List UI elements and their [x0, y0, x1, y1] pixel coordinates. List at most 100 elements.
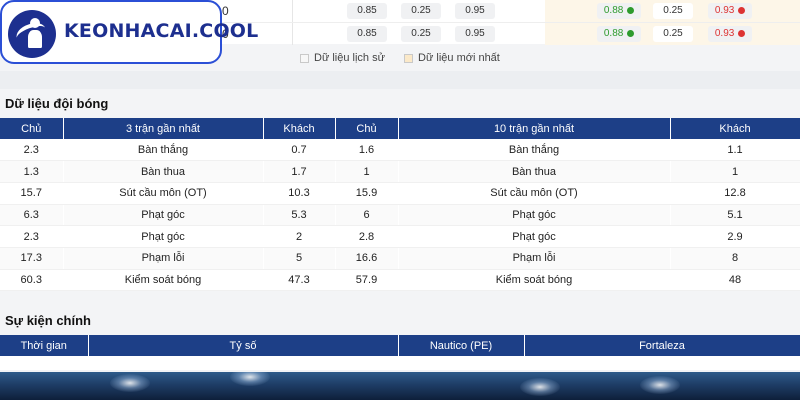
- stadium-banner-image: [0, 372, 800, 400]
- table-cell: Phạt góc: [63, 225, 264, 248]
- table-cell: 2.8: [335, 225, 399, 248]
- table-cell: Bàn thắng: [63, 139, 264, 162]
- table-header-row: Thời gian Tỷ số Nautico (PE) Fortaleza: [0, 335, 800, 356]
- legend-history[interactable]: Dữ liệu lịch sử: [300, 52, 385, 64]
- legend-latest-label: Dữ liệu mới nhất: [418, 52, 500, 64]
- table-cell: 15.9: [335, 182, 399, 205]
- floodlight-icon: [640, 376, 680, 394]
- odds-cell: 0.25: [401, 26, 441, 42]
- table-cell: 1.1: [670, 139, 800, 162]
- table-cell: 17.3: [0, 247, 64, 270]
- table-cell: 8: [670, 247, 800, 270]
- table-row: 2.3 Bàn thắng 0.7 1.6 Bàn thắng 1.1: [0, 139, 800, 162]
- table-cell: Sút cầu môn (OT): [398, 182, 671, 205]
- table-cell: 1: [335, 160, 399, 183]
- column-header[interactable]: Nautico (PE): [398, 335, 525, 356]
- floodlight-icon: [110, 374, 150, 392]
- column-header[interactable]: 3 trận gần nhất: [63, 118, 264, 139]
- table-cell: 10.3: [263, 182, 336, 205]
- soccer-player-logo-icon: [8, 10, 56, 58]
- column-header[interactable]: Chủ: [0, 118, 64, 139]
- column-header[interactable]: Thời gian: [0, 335, 89, 356]
- odds-cell: 0.25: [401, 3, 441, 19]
- legend-latest[interactable]: Dữ liệu mới nhất: [404, 52, 500, 64]
- table-cell: Bàn thắng: [398, 139, 671, 162]
- table-cell: 5.3: [263, 204, 336, 227]
- latest-swatch-icon: [404, 53, 414, 63]
- table-cell: Sút cầu môn (OT): [63, 182, 264, 205]
- table-cell: 60.3: [0, 269, 64, 292]
- table-cell: 47.3: [263, 269, 336, 292]
- odds-row-label: 0: [222, 4, 229, 18]
- odds-value: 0.93: [714, 28, 735, 39]
- table-cell: 6.3: [0, 204, 64, 227]
- section-divider: [0, 71, 800, 89]
- table-cell: 57.9: [335, 269, 399, 292]
- odds-cell: 0.95: [455, 26, 495, 42]
- table-cell: Phạt góc: [398, 225, 671, 248]
- history-swatch-icon: [300, 53, 309, 63]
- table-cell: 15.7: [0, 182, 64, 205]
- table-cell: Phạt góc: [63, 204, 264, 227]
- table-header-row: Chủ 3 trận gần nhất Khách Chủ 10 trận gầ…: [0, 118, 800, 139]
- logo-text: KEONHACAI.COOL: [64, 20, 259, 42]
- column-header[interactable]: Khách: [263, 118, 336, 139]
- table-cell: 2.3: [0, 139, 64, 162]
- events-body: [0, 356, 800, 370]
- table-cell: Bàn thua: [398, 160, 671, 183]
- odds-cell: 0.85: [347, 3, 387, 19]
- table-cell: 0.7: [263, 139, 336, 162]
- table-cell: 12.8: [670, 182, 800, 205]
- column-header[interactable]: Tỷ số: [88, 335, 399, 356]
- arrow-down-icon: [738, 30, 746, 37]
- table-cell: 5: [263, 247, 336, 270]
- table-cell: Phạm lỗi: [63, 247, 264, 270]
- table-cell: 2.3: [0, 225, 64, 248]
- table-cell: 1.6: [335, 139, 399, 162]
- data-legend: Dữ liệu lịch sử Dữ liệu mới nhất: [300, 52, 516, 66]
- table-cell: Kiểm soát bóng: [63, 269, 264, 292]
- floodlight-icon: [230, 372, 270, 386]
- table-row: 15.7 Sút cầu môn (OT) 10.3 15.9 Sút cầu …: [0, 182, 800, 205]
- table-cell: Kiểm soát bóng: [398, 269, 671, 292]
- odds-value: 0.93: [714, 5, 735, 16]
- team-data-table: Chủ 3 trận gần nhất Khách Chủ 10 trận gầ…: [0, 118, 800, 292]
- table-cell: 2: [263, 225, 336, 248]
- table-cell: 16.6: [335, 247, 399, 270]
- odds-cell-up: 0.88: [597, 26, 641, 42]
- odds-cell-up: 0.88: [597, 3, 641, 19]
- team-data-title: Dữ liệu đội bóng: [5, 96, 109, 111]
- odds-cell-down: 0.93: [708, 3, 752, 19]
- site-logo[interactable]: KEONHACAI.COOL: [0, 0, 258, 64]
- table-row: 60.3 Kiểm soát bóng 47.3 57.9 Kiểm soát …: [0, 269, 800, 292]
- odds-latest-group: 0.88 0.25 0.93: [545, 0, 800, 22]
- table-cell: 5.1: [670, 204, 800, 227]
- table-row: 6.3 Phạt góc 5.3 6 Phạt góc 5.1: [0, 204, 800, 227]
- table-cell: Bàn thua: [63, 160, 264, 183]
- column-header[interactable]: Khách: [670, 118, 800, 139]
- odds-cell: 0.25: [653, 3, 693, 19]
- floodlight-icon: [520, 378, 560, 396]
- legend-history-label: Dữ liệu lịch sử: [314, 52, 385, 64]
- table-row: 1.3 Bàn thua 1.7 1 Bàn thua 1: [0, 160, 800, 183]
- table-cell: 1.7: [263, 160, 336, 183]
- column-header[interactable]: Fortaleza: [524, 335, 800, 356]
- table-cell: 2.9: [670, 225, 800, 248]
- odds-cell: 0.95: [455, 3, 495, 19]
- odds-cell: 0.85: [347, 26, 387, 42]
- odds-cell-down: 0.93: [708, 26, 752, 42]
- table-cell: 48: [670, 269, 800, 292]
- column-header[interactable]: 10 trận gần nhất: [398, 118, 671, 139]
- arrow-up-icon: [627, 30, 635, 37]
- events-title: Sự kiện chính: [5, 313, 91, 328]
- odds-history-group: 0.85 0.25 0.95: [292, 23, 545, 45]
- arrow-down-icon: [738, 7, 746, 14]
- table-cell: Phạm lỗi: [398, 247, 671, 270]
- table-cell: 1.3: [0, 160, 64, 183]
- column-header[interactable]: Chủ: [335, 118, 399, 139]
- table-cell: 1: [670, 160, 800, 183]
- events-table: Thời gian Tỷ số Nautico (PE) Fortaleza: [0, 335, 800, 356]
- odds-latest-group: 0.88 0.25 0.93: [545, 23, 800, 45]
- odds-history-group: 0.85 0.25 0.95: [292, 0, 545, 22]
- odds-value: 0.88: [603, 5, 624, 16]
